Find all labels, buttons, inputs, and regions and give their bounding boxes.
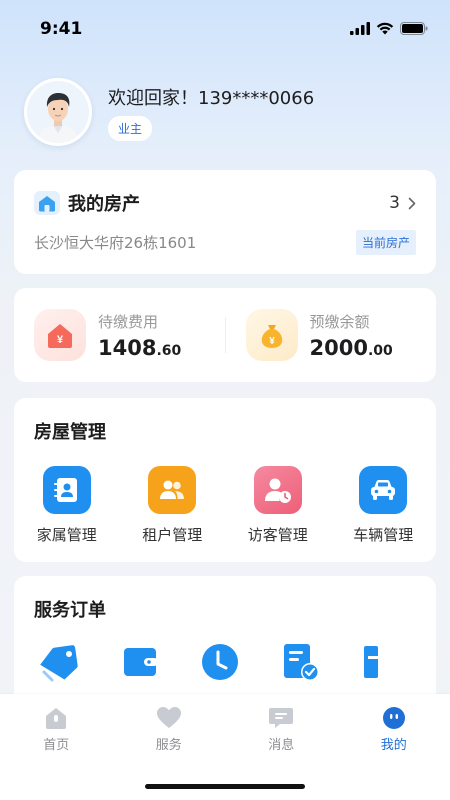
- svg-text:¥: ¥: [269, 336, 275, 347]
- tenant-people-icon: [148, 466, 197, 514]
- status-bar: 9:41: [0, 0, 450, 56]
- welcome-text: 欢迎回家！139****0066: [108, 87, 315, 109]
- status-time: 9:41: [40, 19, 83, 39]
- order-clock-button[interactable]: [196, 642, 276, 682]
- pending-fee-decimal: .60: [156, 342, 182, 359]
- service-orders-row: [14, 642, 436, 682]
- pending-fee-item[interactable]: ¥ 待缴费用 1408.60: [14, 309, 225, 361]
- property-count-link[interactable]: 3: [389, 193, 416, 213]
- bottom-tab-bar: 首页 服务 消息 我的: [0, 694, 450, 800]
- profile-face-icon: [382, 707, 405, 729]
- house-icon: [34, 191, 60, 215]
- yuan-house-icon: ¥: [48, 324, 72, 348]
- avatar-image: [27, 81, 89, 143]
- my-property-card[interactable]: 我的房产 3 长沙恒大华府26栋1601 当前房产: [14, 170, 436, 274]
- chevron-right-icon: [408, 197, 416, 209]
- property-header-row: 我的房产 3: [34, 190, 416, 216]
- home-icon: [46, 708, 67, 729]
- property-address-row: 长沙恒大华府26栋1601 当前房产: [34, 230, 416, 255]
- tab-mine-label: 我的: [380, 738, 407, 753]
- tab-home[interactable]: 首页: [0, 694, 113, 756]
- family-management-label: 家属管理: [36, 526, 97, 544]
- heart-icon: [156, 707, 181, 728]
- prepaid-value: 2000.00: [310, 336, 393, 360]
- tabs: 首页 服务 消息 我的: [0, 694, 450, 756]
- prepaid-balance-item[interactable]: ¥ 预缴余额 2000.00: [226, 309, 437, 361]
- prepaid-text: 预缴余额 2000.00: [310, 311, 393, 360]
- fee-summary-card: ¥ 待缴费用 1408.60 ¥ 预缴余额 2000.00: [14, 288, 436, 382]
- money-bag-icon: ¥: [261, 325, 282, 348]
- order-checklist-button[interactable]: [276, 642, 356, 682]
- property-title-wrap: 我的房产: [34, 190, 140, 216]
- order-wallet-button[interactable]: [116, 642, 196, 682]
- status-icons: [350, 21, 428, 35]
- order-document-button[interactable]: [356, 642, 436, 682]
- tab-message-label: 消息: [268, 738, 295, 753]
- pending-fee-text: 待缴费用 1408.60: [98, 311, 181, 360]
- clock-icon: [202, 644, 238, 680]
- avatar[interactable]: [24, 78, 92, 146]
- property-count: 3: [389, 193, 400, 213]
- message-icon: [269, 708, 294, 728]
- visitor-clock-icon: [253, 466, 302, 514]
- family-management-button[interactable]: 家属管理: [14, 466, 120, 545]
- tab-service-label: 服务: [155, 738, 182, 753]
- prepaid-decimal: .00: [367, 342, 393, 359]
- visitor-management-button[interactable]: 访客管理: [225, 466, 331, 545]
- pending-fee-value: 1408.60: [98, 336, 181, 360]
- svg-text:¥: ¥: [57, 334, 64, 346]
- tab-home-label: 首页: [43, 738, 70, 753]
- prepaid-label: 预缴余额: [309, 312, 370, 331]
- tab-message[interactable]: 消息: [225, 694, 338, 756]
- tab-mine[interactable]: 我的: [338, 694, 450, 756]
- profile-info: 欢迎回家！139****0066 业主: [108, 84, 314, 141]
- checklist-icon: [284, 644, 319, 681]
- house-management-title: 房屋管理: [34, 422, 106, 443]
- prepaid-icon-wrap: ¥: [245, 309, 298, 361]
- pending-fee-icon-wrap: ¥: [34, 309, 86, 361]
- visitor-management-label: 访客管理: [247, 526, 308, 544]
- battery-icon: [400, 21, 428, 35]
- tab-service[interactable]: 服务: [113, 694, 226, 756]
- family-contact-icon: [42, 466, 91, 514]
- vehicle-management-label: 车辆管理: [353, 526, 414, 544]
- tenant-management-label: 租户管理: [142, 526, 203, 544]
- car-icon: [359, 466, 408, 514]
- wifi-icon: [376, 22, 394, 34]
- profile-header[interactable]: 欢迎回家！139****0066 业主: [24, 78, 426, 146]
- signal-icon: [350, 21, 370, 35]
- pending-fee-integer: 1408: [98, 335, 157, 360]
- tag-icon: [40, 645, 78, 682]
- home-indicator[interactable]: [145, 784, 305, 789]
- property-title: 我的房产: [68, 194, 140, 215]
- role-badge: 业主: [108, 115, 153, 141]
- pending-fee-label: 待缴费用: [98, 312, 159, 331]
- current-property-tag: 当前房产: [355, 230, 416, 255]
- vehicle-management-button[interactable]: 车辆管理: [331, 466, 437, 545]
- service-orders-title: 服务订单: [34, 600, 106, 621]
- prepaid-integer: 2000: [309, 335, 368, 360]
- house-management-card: 房屋管理 家属管理 租户管理 访客管理 车辆管理: [14, 398, 436, 562]
- house-management-grid: 家属管理 租户管理 访客管理 车辆管理: [14, 466, 436, 545]
- order-tag-button[interactable]: [36, 642, 116, 682]
- document-icon: [364, 646, 378, 678]
- property-address: 长沙恒大华府26栋1601: [34, 234, 197, 252]
- wallet-icon: [124, 648, 158, 676]
- tenant-management-button[interactable]: 租户管理: [120, 466, 226, 545]
